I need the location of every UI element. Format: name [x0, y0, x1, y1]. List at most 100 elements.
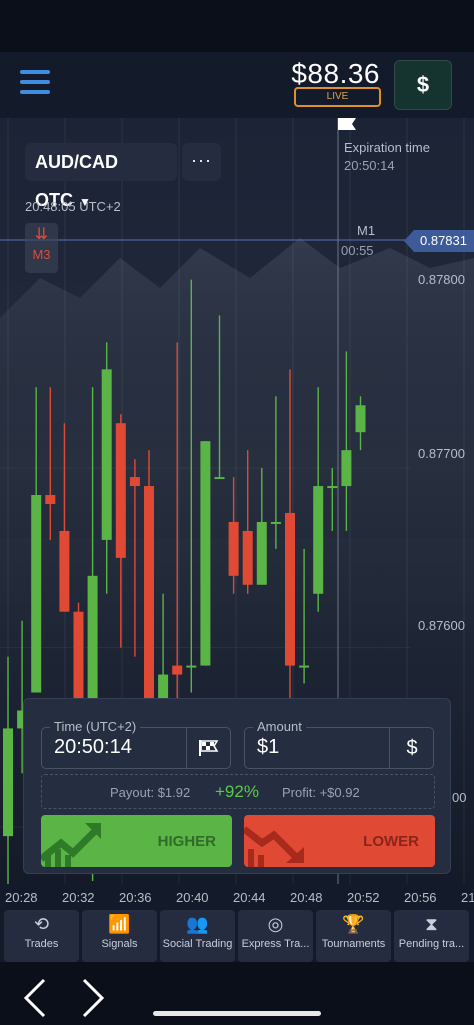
candle-body	[186, 665, 197, 668]
tab-social-trading[interactable]: 👥 Social Trading	[160, 910, 235, 962]
time-field[interactable]: Time (UTC+2) 20:50:14	[41, 719, 231, 769]
tab-label: Social Trading	[162, 938, 233, 950]
trophy-icon: 🏆	[342, 914, 365, 934]
payout-info: Payout: $1.92 +92% Profit: +$0.92	[41, 774, 435, 809]
asset-selector[interactable]: AUD/CAD OTC ▼	[25, 143, 177, 210]
chevron-right-icon[interactable]	[74, 976, 114, 1020]
down-arrows-icon: ⇊	[34, 226, 49, 243]
timeframe-label: M1	[357, 223, 376, 238]
payout-amount: Payout: $1.92	[110, 785, 191, 800]
currency-icon[interactable]: $	[389, 728, 434, 768]
tab-label: Signals	[101, 938, 138, 950]
price-label: 0.87600	[418, 618, 465, 633]
candle-body	[200, 441, 211, 666]
account-mode-badge[interactable]: LIVE	[294, 87, 381, 107]
candle-body	[299, 665, 310, 668]
tab-pending-trades[interactable]: ⧗ Pending tra...	[394, 910, 469, 962]
tab-label: Trades	[24, 938, 59, 950]
tab-express-trades[interactable]: ◎ Express Tra...	[238, 910, 313, 962]
candle-body	[228, 521, 239, 576]
time-label: 20:40	[176, 890, 209, 905]
time-label: 20:44	[233, 890, 266, 905]
trend-up-icon	[41, 823, 101, 867]
expiration-label: Expiration time	[344, 140, 430, 155]
candle-body	[341, 450, 352, 487]
chart-clock: 20:48:05 UTC+2	[25, 199, 121, 214]
hamburger-icon[interactable]	[20, 70, 50, 98]
profit-amount: Profit: +$0.92	[282, 785, 360, 800]
candle	[3, 656, 13, 890]
price-label: 0.87800	[418, 272, 465, 287]
time-label: 20:52	[347, 890, 380, 905]
antenna-icon: 📶	[108, 914, 131, 934]
candle	[200, 441, 211, 666]
bottom-tabs: ⟲ Trades 📶 Signals 👥 Social Trading ◎ Expres…	[0, 910, 474, 962]
account-balance: $88.36	[291, 58, 380, 89]
candle	[101, 342, 112, 594]
current-price-tag: 0.87831	[404, 230, 474, 252]
time-label: 20:32	[62, 890, 95, 905]
app-screen: $88.36 LIVE $ AUD/CAD OTC ▼ ··· 20:48:05 …	[0, 0, 474, 1025]
trade-panel: Time (UTC+2) 20:50:14 Amount $1 $ Payout…	[23, 698, 451, 874]
history-icon: ⟲	[33, 914, 50, 934]
status-bar	[0, 0, 474, 52]
candle	[299, 548, 310, 684]
time-label: 21	[461, 890, 474, 905]
mountain-backdrop	[0, 238, 474, 538]
candle-body	[3, 728, 13, 837]
candle-body	[355, 405, 366, 433]
higher-button[interactable]: HIGHER	[41, 815, 232, 867]
amount-field[interactable]: Amount $1 $	[244, 719, 434, 769]
tab-label: Express Tra...	[241, 938, 310, 950]
candle-body	[256, 521, 267, 585]
expiration-flag-icon	[338, 118, 356, 130]
indicator-label: M3	[32, 247, 51, 262]
time-field-label: Time (UTC+2)	[50, 719, 141, 734]
home-indicator	[153, 1011, 321, 1016]
time-label: 20:56	[404, 890, 437, 905]
chevron-left-icon[interactable]	[18, 976, 58, 1020]
candle-body	[214, 477, 225, 480]
expiration-time: 20:50:14	[344, 158, 395, 173]
time-label: 20:28	[5, 890, 38, 905]
more-options-button[interactable]: ···	[182, 143, 221, 181]
time-label: 20:48	[290, 890, 323, 905]
hourglass-icon: ⧗	[425, 914, 438, 934]
group-icon: 👥	[186, 914, 209, 934]
candle	[115, 414, 126, 648]
candle-body	[45, 495, 56, 504]
payout-percent: +92%	[215, 782, 259, 801]
amount-field-label: Amount	[253, 719, 306, 734]
tab-label: Tournaments	[321, 938, 386, 950]
tab-tournaments[interactable]: 🏆 Tournaments	[316, 910, 391, 962]
price-label: 0.87700	[418, 446, 465, 461]
price-label: 00	[452, 790, 467, 805]
target-icon: ◎	[267, 914, 284, 934]
time-label: 20:36	[119, 890, 152, 905]
amount-value: $1	[257, 736, 280, 758]
time-value: 20:50:14	[54, 736, 132, 758]
higher-label: HIGHER	[157, 833, 216, 850]
timeframe-countdown: 00:55	[341, 243, 374, 258]
tab-trades[interactable]: ⟲ Trades	[4, 910, 79, 962]
tab-label: Pending tra...	[398, 938, 465, 950]
candle-body	[31, 495, 42, 693]
deposit-button[interactable]: $	[394, 60, 452, 110]
candle-body	[59, 530, 70, 612]
candle-body	[101, 369, 112, 540]
indicator-badge[interactable]: ⇊ M3	[25, 223, 58, 273]
flag-icon[interactable]	[186, 728, 231, 768]
candle-body	[242, 530, 253, 585]
candle-body	[285, 512, 295, 666]
candle-body	[129, 477, 140, 487]
candle-body	[270, 521, 281, 524]
time-axis: 20:28 20:32 20:36 20:40 20:44 20:48 20:5…	[0, 884, 474, 910]
candle-body	[327, 486, 338, 489]
trend-down-icon	[244, 826, 304, 867]
candle-body	[313, 486, 324, 594]
candle-body	[115, 423, 126, 558]
lower-label: LOWER	[363, 833, 419, 850]
candle-body	[172, 665, 183, 675]
tab-signals[interactable]: 📶 Signals	[82, 910, 157, 962]
lower-button[interactable]: LOWER	[244, 815, 435, 867]
